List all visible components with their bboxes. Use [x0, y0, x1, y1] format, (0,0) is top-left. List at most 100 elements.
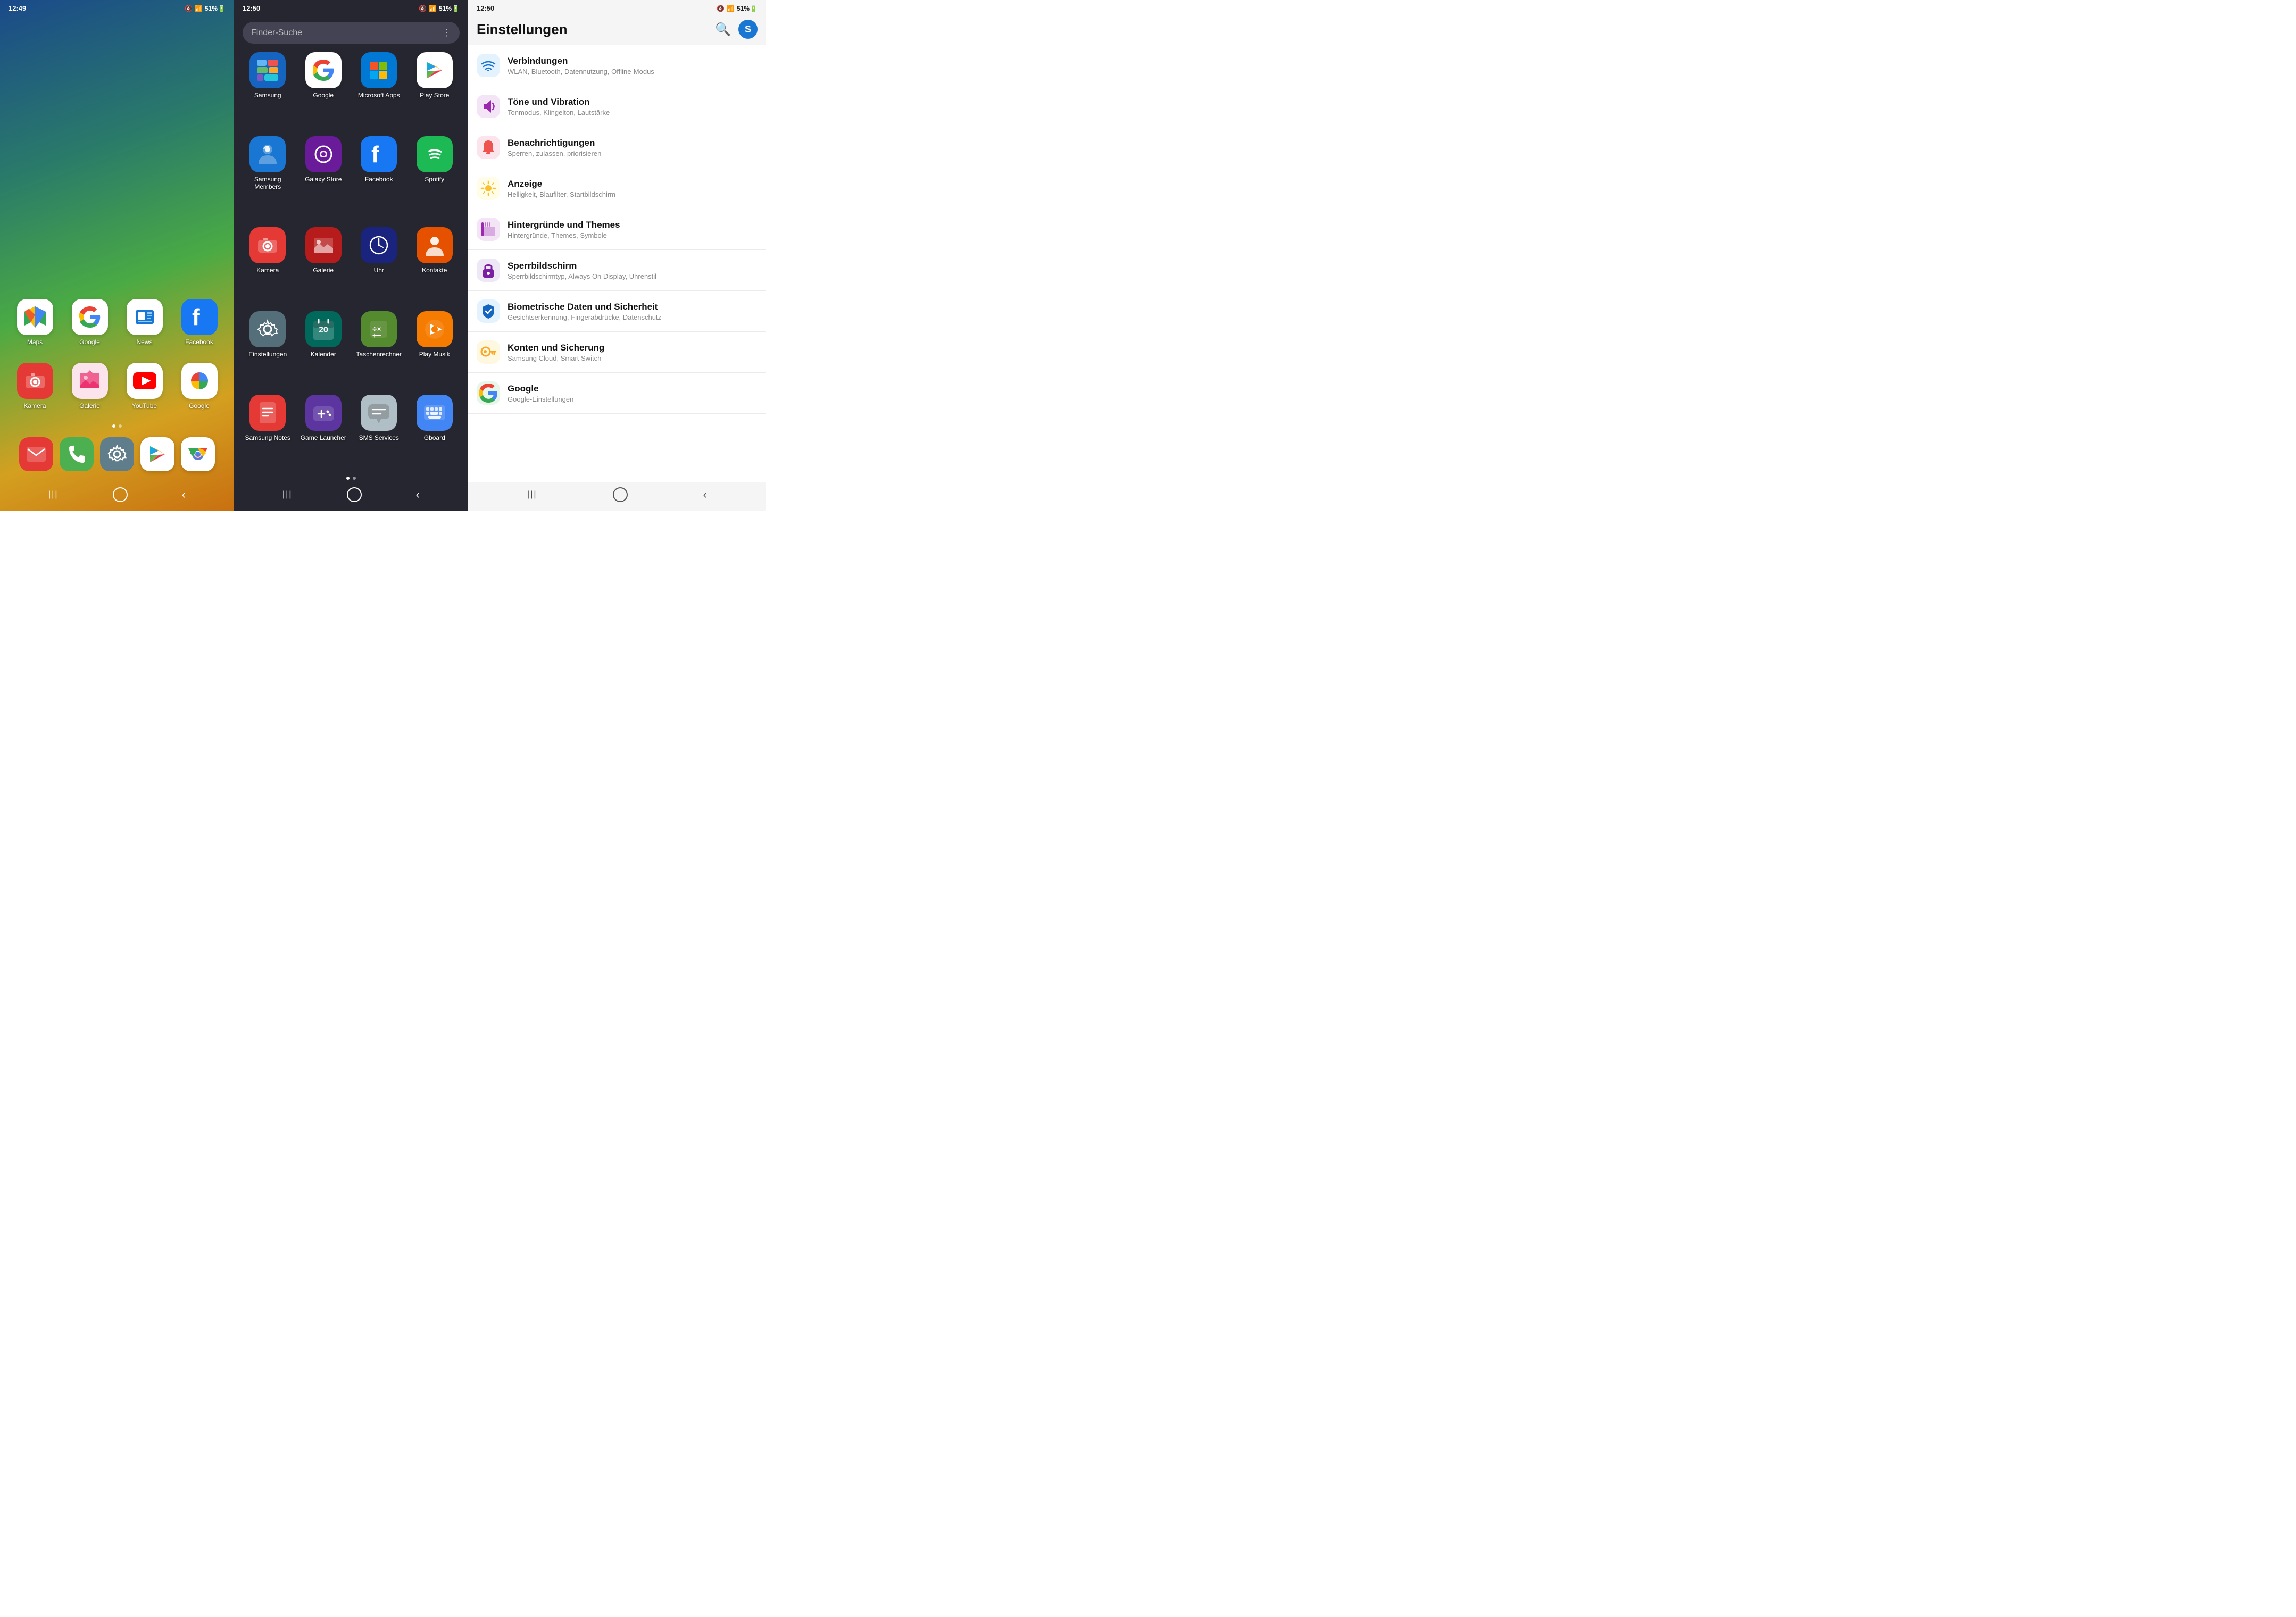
nav-back-settings[interactable]: ‹ — [703, 488, 707, 502]
nav-bar-settings: ||| ‹ — [468, 482, 766, 511]
dock-playstore[interactable] — [140, 437, 174, 471]
dock-settings[interactable] — [100, 437, 134, 471]
settings-header: Einstellungen 🔍 S — [468, 14, 766, 45]
app-google[interactable]: Google — [65, 299, 114, 346]
nav-recents-drawer[interactable]: ||| — [282, 490, 292, 499]
wifi-icon — [477, 54, 500, 77]
lock-icon — [477, 259, 500, 282]
app-samsung-members[interactable]: Samsung Members — [243, 136, 293, 222]
nav-recents-settings[interactable]: ||| — [527, 490, 537, 499]
page-dot-1 — [112, 424, 115, 428]
app-playstore-drawer[interactable]: Play Store — [410, 52, 460, 131]
status-icons-home: 🔇 📶 51%🔋 — [185, 5, 226, 12]
settings-text-toene: Töne und Vibration Tonmodus, Klingelton,… — [508, 97, 610, 116]
time-settings: 12:50 — [477, 4, 494, 12]
settings-text-sperrbildschirm: Sperrbildschirm Sperrbildschirmtyp, Alwa… — [508, 261, 656, 280]
app-grid: Samsung Google — [234, 49, 468, 477]
time-drawer: 12:50 — [243, 4, 260, 12]
google-settings-icon — [477, 381, 500, 405]
shield-icon — [477, 299, 500, 323]
avatar[interactable]: S — [738, 20, 758, 39]
app-gamelauncher[interactable]: Game Launcher — [298, 395, 349, 473]
settings-text-themes: Hintergründe und Themes Hintergründe, Th… — [508, 220, 620, 239]
nav-back[interactable]: ‹ — [182, 488, 186, 502]
app-sms[interactable]: SMS Services — [354, 395, 404, 473]
settings-item-benachrichtigungen[interactable]: Benachrichtigungen Sperren, zulassen, pr… — [468, 127, 766, 168]
settings-item-themes[interactable]: Hintergründe und Themes Hintergründe, Th… — [468, 209, 766, 250]
settings-text-biometrie: Biometrische Daten und Sicherheit Gesich… — [508, 302, 661, 321]
page-dot-2 — [119, 424, 122, 428]
nav-home-drawer[interactable] — [347, 487, 362, 502]
settings-item-sperrbildschirm[interactable]: Sperrbildschirm Sperrbildschirmtyp, Alwa… — [468, 250, 766, 291]
app-kamera[interactable]: Kamera — [11, 363, 59, 410]
app-galerie[interactable]: Galerie — [65, 363, 114, 410]
app-samsung[interactable]: Samsung — [243, 52, 293, 131]
dock-phone[interactable] — [60, 437, 94, 471]
dock-chrome[interactable] — [181, 437, 215, 471]
app-facebook-drawer[interactable]: f Facebook — [354, 136, 404, 222]
drawer-dot-1 — [346, 477, 350, 480]
settings-text-konten: Konten und Sicherung Samsung Cloud, Smar… — [508, 343, 604, 362]
settings-item-verbindungen[interactable]: Verbindungen WLAN, Bluetooth, Datennutzu… — [468, 45, 766, 86]
search-menu-icon[interactable]: ⋮ — [442, 27, 451, 38]
svg-text:+−: +− — [372, 331, 381, 340]
app-einstellungen-drawer[interactable]: Einstellungen — [243, 311, 293, 390]
app-galaxy-store[interactable]: Galaxy Store — [298, 136, 349, 222]
settings-list: Verbindungen WLAN, Bluetooth, Datennutzu… — [468, 45, 766, 482]
settings-text-anzeige: Anzeige Helligkeit, Blaufilter, Startbil… — [508, 179, 615, 198]
app-playmusik[interactable]: Play Musik — [410, 311, 460, 390]
brightness-icon — [477, 177, 500, 200]
search-placeholder: Finder-Suche — [251, 28, 302, 38]
drawer-dot-2 — [353, 477, 356, 480]
nav-back-drawer[interactable]: ‹ — [416, 488, 420, 502]
settings-text-google: Google Google-Einstellungen — [508, 384, 573, 403]
dock-mail[interactable] — [19, 437, 53, 471]
status-bar-drawer: 12:50 🔇 📶 51%🔋 — [234, 0, 468, 14]
settings-screen: 12:50 🔇 📶 51%🔋 Einstellungen 🔍 S Verbind… — [468, 0, 766, 511]
nav-recents[interactable]: ||| — [48, 490, 58, 499]
settings-header-actions: 🔍 S — [715, 20, 758, 39]
settings-item-anzeige[interactable]: Anzeige Helligkeit, Blaufilter, Startbil… — [468, 168, 766, 209]
settings-item-toene[interactable]: Töne und Vibration Tonmodus, Klingelton,… — [468, 86, 766, 127]
app-facebook[interactable]: f Facebook — [175, 299, 223, 346]
nav-bar-home: ||| ‹ — [0, 482, 234, 511]
app-microsoft[interactable]: Microsoft Apps — [354, 52, 404, 131]
key-icon — [477, 340, 500, 364]
settings-item-konten[interactable]: Konten und Sicherung Samsung Cloud, Smar… — [468, 332, 766, 373]
status-bar-home: 12:49 🔇 📶 51%🔋 — [0, 0, 234, 14]
app-google-drawer[interactable]: Google — [298, 52, 349, 131]
svg-text:f: f — [371, 143, 379, 165]
time-home: 12:49 — [9, 4, 26, 12]
settings-page-title: Einstellungen — [477, 21, 567, 38]
app-galerie-drawer[interactable]: Galerie — [298, 227, 349, 306]
settings-text-verbindungen: Verbindungen WLAN, Bluetooth, Datennutzu… — [508, 56, 654, 76]
app-spotify[interactable]: Spotify — [410, 136, 460, 222]
nav-home[interactable] — [113, 487, 128, 502]
app-notes[interactable]: Samsung Notes — [243, 395, 293, 473]
volume-icon — [477, 95, 500, 118]
app-kontakte[interactable]: Kontakte — [410, 227, 460, 306]
svg-text:f: f — [192, 306, 200, 328]
themes-icon — [477, 218, 500, 241]
dock — [0, 432, 234, 477]
settings-item-google[interactable]: Google Google-Einstellungen — [468, 373, 766, 414]
settings-text-benachrichtigungen: Benachrichtigungen Sperren, zulassen, pr… — [508, 138, 601, 157]
app-google-photos[interactable]: Google — [175, 363, 223, 410]
status-icons-drawer: 🔇 📶 51%🔋 — [419, 5, 460, 12]
search-icon[interactable]: 🔍 — [715, 22, 731, 37]
settings-item-biometrie[interactable]: Biometrische Daten und Sicherheit Gesich… — [468, 291, 766, 332]
app-youtube[interactable]: YouTube — [120, 363, 169, 410]
app-gboard[interactable]: Gboard — [410, 395, 460, 473]
app-kalender[interactable]: 20 Kalender — [298, 311, 349, 390]
nav-home-settings[interactable] — [613, 487, 628, 502]
nav-bar-drawer: ||| ‹ — [234, 482, 468, 511]
home-screen: 12:49 🔇 📶 51%🔋 Maps — [0, 0, 234, 511]
finder-search-bar[interactable]: Finder-Suche ⋮ — [243, 22, 460, 44]
app-drawer: 12:50 🔇 📶 51%🔋 Finder-Suche ⋮ Samsu — [234, 0, 468, 511]
app-uhr[interactable]: Uhr — [354, 227, 404, 306]
app-taschenrechner[interactable]: ÷×+− Taschenrechner — [354, 311, 404, 390]
app-maps[interactable]: Maps — [11, 299, 59, 346]
app-kamera-drawer[interactable]: Kamera — [243, 227, 293, 306]
app-news[interactable]: News — [120, 299, 169, 346]
svg-text:20: 20 — [319, 326, 328, 335]
